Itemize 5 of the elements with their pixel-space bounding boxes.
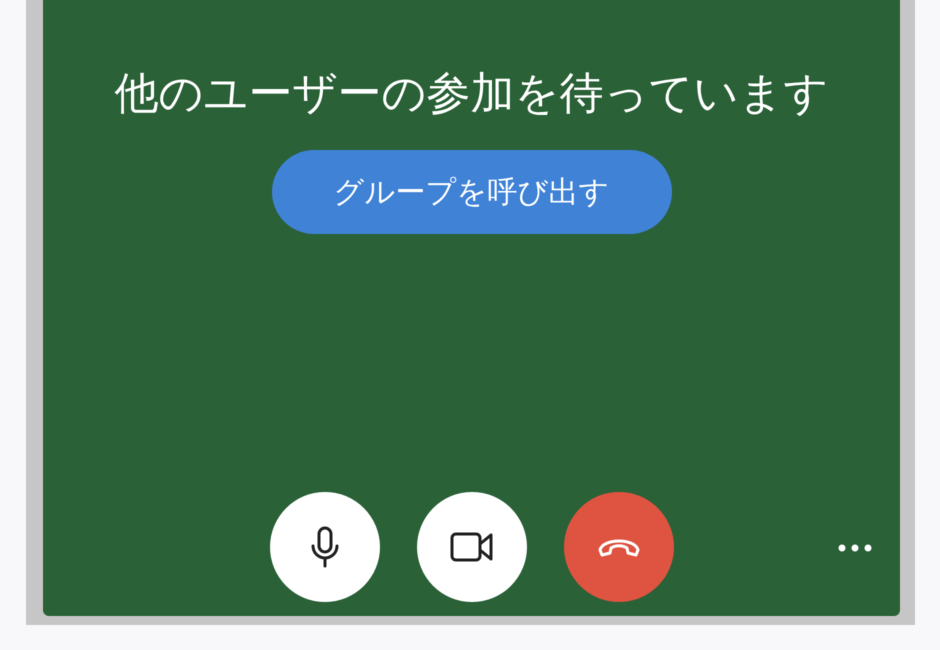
microphone-icon	[310, 526, 340, 568]
call-group-button[interactable]: グループを呼び出す	[272, 150, 672, 234]
video-camera-icon	[450, 531, 494, 563]
status-message: 他のユーザーの参加を待っています	[114, 67, 828, 121]
more-icon	[838, 544, 872, 552]
